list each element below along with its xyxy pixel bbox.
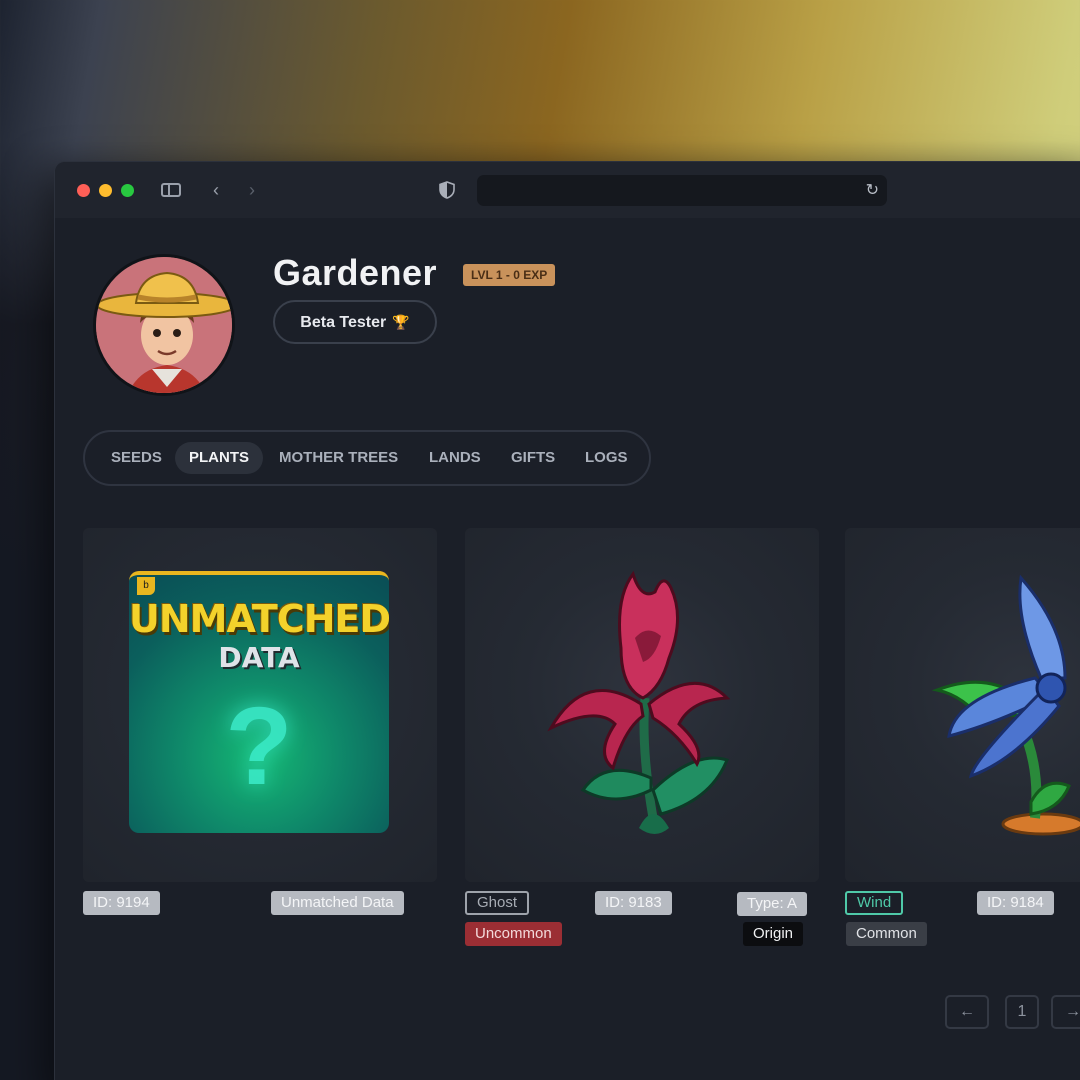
tab-lands[interactable]: LANDS — [415, 442, 495, 474]
tab-plants[interactable]: PLANTS — [175, 442, 263, 474]
beta-tester-label: Beta Tester — [300, 314, 387, 331]
page-number-button[interactable]: 1 — [1005, 995, 1039, 1029]
red-flower-image — [547, 570, 731, 834]
unmatched-data-image: b UNMATCHED DATA ? — [129, 571, 389, 833]
brand-logo-icon: b — [137, 577, 155, 595]
next-page-button[interactable]: → — [1051, 995, 1080, 1029]
minimize-window-button[interactable] — [99, 184, 112, 197]
maximize-window-button[interactable] — [121, 184, 134, 197]
tab-gifts[interactable]: GIFTS — [497, 442, 569, 474]
question-mark-icon: ? — [225, 685, 293, 808]
rarity-badge: Common — [846, 922, 927, 946]
beta-tester-badge[interactable]: Beta Tester 🏆 — [273, 300, 437, 344]
card-id-badge: ID: 9184 — [977, 891, 1054, 915]
origin-badge: Origin — [743, 922, 804, 946]
element-badge: Wind — [845, 891, 904, 915]
browser-window: ‹ › ↻ Gardener LVL 1 - 0 EXP Beta Tester… — [55, 162, 1080, 1080]
previous-page-button[interactable]: ← — [945, 995, 989, 1029]
element-badge: Ghost — [465, 891, 530, 915]
card-id-badge: ID: 9183 — [595, 891, 672, 915]
plant-card[interactable] — [465, 528, 819, 882]
tab-mother-trees[interactable]: MOTHER TREES — [265, 442, 412, 474]
page-content: Gardener LVL 1 - 0 EXP Beta Tester 🏆 SEED… — [55, 218, 1080, 1080]
sidebar-icon[interactable] — [161, 183, 181, 197]
plant-card[interactable] — [845, 528, 1080, 882]
tab-logs[interactable]: LOGS — [571, 442, 642, 474]
type-badge: Type: A — [737, 892, 808, 916]
plant-card[interactable]: b UNMATCHED DATA ? — [83, 528, 437, 882]
close-window-button[interactable] — [77, 184, 90, 197]
blue-flower-image — [931, 574, 1080, 836]
avatar[interactable] — [93, 254, 235, 396]
card-id-badge: ID: 9194 — [83, 891, 160, 915]
reload-icon[interactable]: ↻ — [866, 180, 879, 200]
shield-icon[interactable] — [439, 181, 455, 199]
unmatched-title-text: UNMATCHED — [129, 597, 389, 641]
tab-seeds[interactable]: SEEDS — [97, 442, 176, 474]
card-name-badge: Unmatched Data — [271, 891, 404, 915]
inventory-tabs: SEEDS PLANTS MOTHER TREES LANDS GIFTS LO… — [83, 430, 651, 486]
gardener-avatar-image — [96, 257, 232, 393]
forward-icon[interactable]: › — [249, 179, 255, 201]
level-badge: LVL 1 - 0 EXP — [463, 264, 556, 286]
unmatched-subtitle-text: DATA — [218, 641, 300, 674]
trophy-icon: 🏆 — [392, 314, 410, 330]
browser-titlebar: ‹ › ↻ — [55, 162, 1080, 219]
back-icon[interactable]: ‹ — [213, 179, 219, 201]
profile-name: Gardener — [273, 252, 438, 293]
address-bar[interactable]: ↻ — [477, 175, 887, 206]
rarity-badge: Uncommon — [465, 922, 562, 946]
